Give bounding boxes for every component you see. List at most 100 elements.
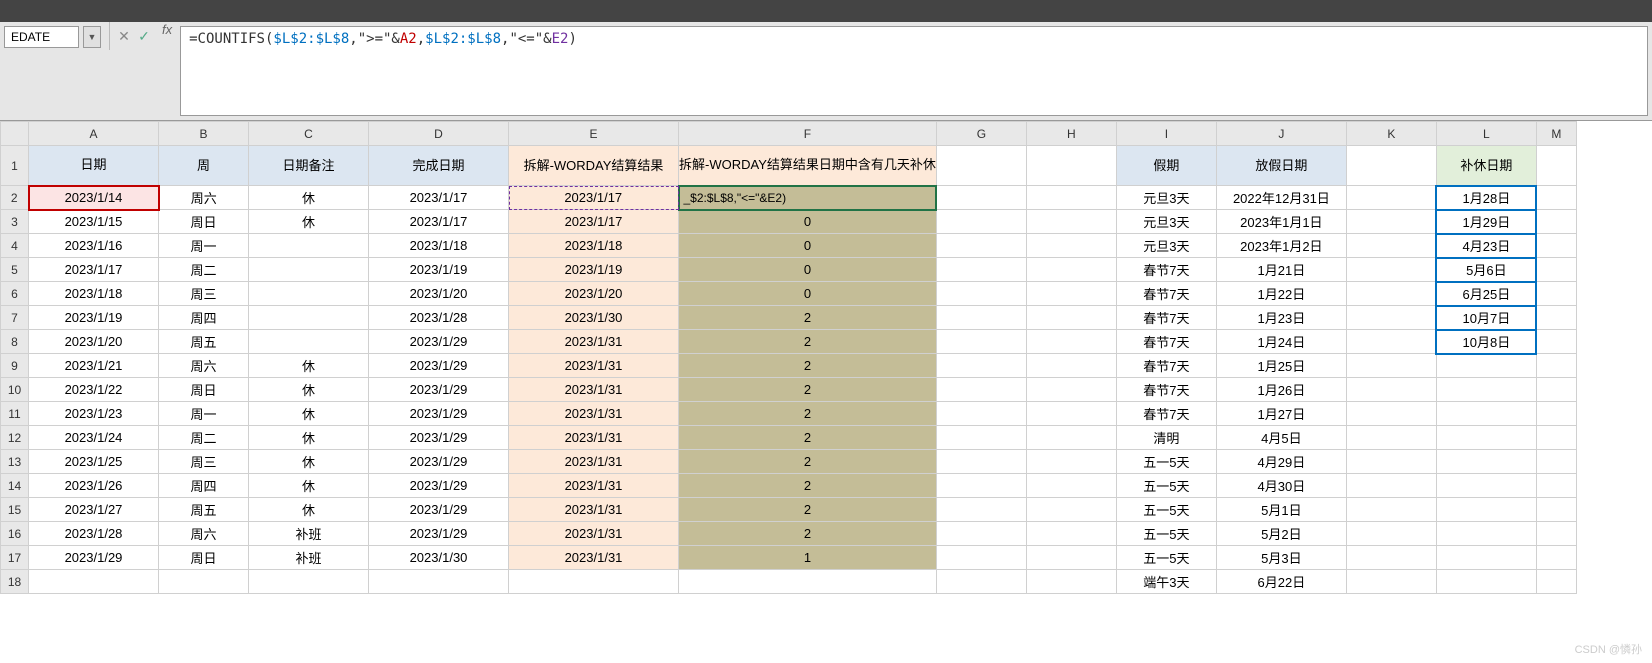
cell[interactable]: 五一5天 — [1116, 546, 1216, 570]
cell[interactable] — [249, 306, 369, 330]
cell[interactable] — [1536, 522, 1576, 546]
cell[interactable] — [936, 186, 1026, 210]
cell[interactable] — [1536, 450, 1576, 474]
cell[interactable] — [1026, 210, 1116, 234]
cell[interactable] — [249, 330, 369, 354]
cell[interactable]: 清明 — [1116, 426, 1216, 450]
cell[interactable] — [936, 522, 1026, 546]
cell[interactable]: 2 — [679, 450, 937, 474]
row-header[interactable]: 14 — [1, 474, 29, 498]
cell[interactable] — [1346, 210, 1436, 234]
cell[interactable] — [249, 234, 369, 258]
cell[interactable] — [1436, 426, 1536, 450]
cell[interactable] — [936, 426, 1026, 450]
cell[interactable] — [1346, 522, 1436, 546]
cell[interactable] — [1536, 330, 1576, 354]
cell[interactable]: 周二 — [159, 426, 249, 450]
cell[interactable]: 2023/1/29 — [369, 498, 509, 522]
cell[interactable]: 2023/1/17 — [369, 186, 509, 210]
cell[interactable] — [1346, 258, 1436, 282]
cell[interactable] — [1536, 498, 1576, 522]
cell[interactable]: 2 — [679, 522, 937, 546]
cell[interactable]: 2023/1/28 — [29, 522, 159, 546]
cell[interactable] — [1536, 402, 1576, 426]
cell[interactable]: 2023/1/29 — [29, 546, 159, 570]
cell[interactable]: 周四 — [159, 474, 249, 498]
cell[interactable]: 五一5天 — [1116, 498, 1216, 522]
cell[interactable]: 2 — [679, 378, 937, 402]
cell[interactable] — [1436, 378, 1536, 402]
cell[interactable] — [936, 402, 1026, 426]
cell[interactable]: 2023/1/18 — [509, 234, 679, 258]
name-box[interactable]: EDATE — [4, 26, 79, 48]
row-header[interactable]: 15 — [1, 498, 29, 522]
cell[interactable] — [1436, 450, 1536, 474]
row-header[interactable]: 18 — [1, 570, 29, 594]
cell[interactable] — [159, 570, 249, 594]
row-header[interactable]: 13 — [1, 450, 29, 474]
cell[interactable]: 2023/1/21 — [29, 354, 159, 378]
cell[interactable]: 2023/1/29 — [369, 522, 509, 546]
cell[interactable]: 2023/1/25 — [29, 450, 159, 474]
cell[interactable]: 周六 — [159, 354, 249, 378]
cell[interactable]: 休 — [249, 474, 369, 498]
cell[interactable]: 4月29日 — [1216, 450, 1346, 474]
cell[interactable]: 2023/1/15 — [29, 210, 159, 234]
cell[interactable] — [1536, 546, 1576, 570]
cell[interactable]: 周日 — [159, 210, 249, 234]
row-header[interactable]: 8 — [1, 330, 29, 354]
row-header[interactable]: 9 — [1, 354, 29, 378]
cell[interactable]: 2023/1/31 — [509, 330, 679, 354]
cell[interactable]: 2023/1/18 — [369, 234, 509, 258]
cell[interactable] — [1346, 282, 1436, 306]
cell[interactable] — [1026, 522, 1116, 546]
cell[interactable]: 0 — [679, 210, 937, 234]
cell[interactable]: 2 — [679, 354, 937, 378]
cell[interactable]: 休 — [249, 402, 369, 426]
cell[interactable]: 春节7天 — [1116, 378, 1216, 402]
cell[interactable] — [1536, 378, 1576, 402]
cell[interactable]: 周日 — [159, 378, 249, 402]
cell[interactable] — [29, 570, 159, 594]
cell[interactable] — [1346, 146, 1436, 186]
cell[interactable] — [1026, 402, 1116, 426]
col-header-M[interactable]: M — [1536, 122, 1576, 146]
cell[interactable] — [1026, 546, 1116, 570]
cell[interactable] — [1346, 402, 1436, 426]
cell[interactable] — [1026, 498, 1116, 522]
cell[interactable]: 6月22日 — [1216, 570, 1346, 594]
cell[interactable]: 周四 — [159, 306, 249, 330]
cell[interactable]: 五一5天 — [1116, 522, 1216, 546]
cell[interactable] — [1026, 426, 1116, 450]
cell[interactable]: 补休日期 — [1436, 146, 1536, 186]
cell[interactable] — [1346, 354, 1436, 378]
cell[interactable]: 2023/1/29 — [369, 450, 509, 474]
cell[interactable] — [1346, 474, 1436, 498]
cell[interactable]: 2023/1/17 — [29, 258, 159, 282]
cell[interactable]: 1月26日 — [1216, 378, 1346, 402]
cell[interactable]: 周五 — [159, 330, 249, 354]
cell[interactable] — [1536, 306, 1576, 330]
cell[interactable]: 春节7天 — [1116, 282, 1216, 306]
cell[interactable] — [1436, 402, 1536, 426]
cell[interactable] — [936, 474, 1026, 498]
cell[interactable] — [1436, 498, 1536, 522]
cell[interactable] — [1436, 474, 1536, 498]
cell[interactable]: 2023/1/19 — [369, 258, 509, 282]
cell[interactable] — [936, 258, 1026, 282]
cell[interactable]: 2023/1/20 — [369, 282, 509, 306]
cell[interactable] — [1536, 234, 1576, 258]
cell[interactable]: 春节7天 — [1116, 354, 1216, 378]
cell[interactable] — [936, 306, 1026, 330]
cell[interactable] — [249, 282, 369, 306]
cell[interactable]: 春节7天 — [1116, 330, 1216, 354]
cell[interactable] — [1346, 498, 1436, 522]
cell[interactable] — [1536, 186, 1576, 210]
cell[interactable] — [1346, 330, 1436, 354]
row-header[interactable]: 7 — [1, 306, 29, 330]
cancel-icon[interactable]: ✕ — [114, 22, 134, 50]
cell[interactable]: 2023/1/19 — [29, 306, 159, 330]
cell[interactable] — [1026, 258, 1116, 282]
cell[interactable] — [1536, 210, 1576, 234]
cell[interactable]: 2023/1/29 — [369, 474, 509, 498]
